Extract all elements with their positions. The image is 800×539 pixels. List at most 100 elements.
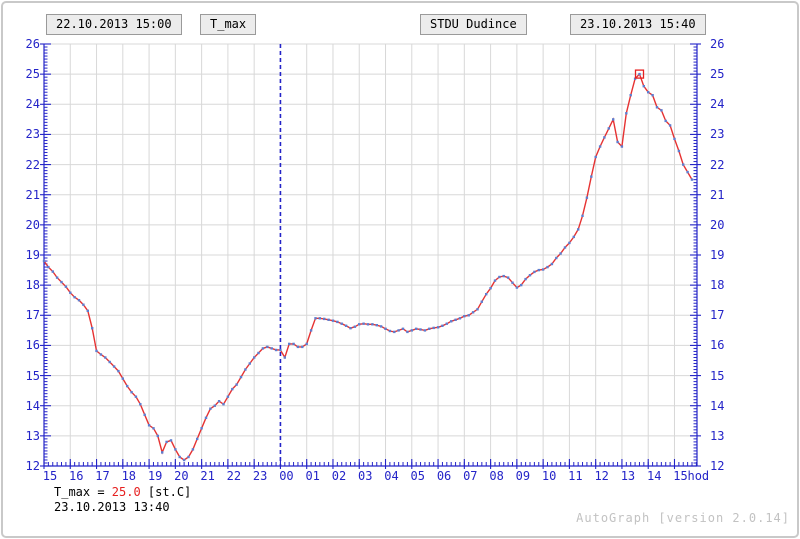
data-point-marker <box>489 287 491 289</box>
data-point-marker <box>209 408 211 410</box>
data-point-marker <box>411 329 413 331</box>
data-point-marker <box>56 276 58 278</box>
y-tick-label-right: 23 <box>710 127 744 141</box>
data-point-marker <box>332 320 334 322</box>
x-tick-label: 07 <box>457 469 483 483</box>
y-tick-label-right: 26 <box>710 37 744 51</box>
data-point-marker <box>481 301 483 303</box>
data-point-marker <box>297 346 299 348</box>
data-point-marker <box>262 347 264 349</box>
x-tick-label: 20 <box>168 469 194 483</box>
x-tick-label: 21 <box>195 469 221 483</box>
data-point-marker <box>472 311 474 313</box>
data-point-marker <box>47 266 49 268</box>
y-tick-label-right: 20 <box>710 218 744 232</box>
max-datetime-annotation: 23.10.2013 13:40 <box>54 500 170 514</box>
x-tick-label: 06 <box>431 469 457 483</box>
x-axis-unit-label: hod <box>687 469 709 483</box>
data-point-marker <box>415 328 417 330</box>
data-point-marker <box>546 266 548 268</box>
data-point-marker <box>170 439 172 441</box>
data-point-marker <box>612 118 614 120</box>
max-value-annotation: T_max = 25.0 [st.C] <box>54 485 191 499</box>
data-point-marker <box>669 124 671 126</box>
data-point-marker <box>275 349 277 351</box>
data-point-marker <box>450 320 452 322</box>
data-point-marker <box>148 424 150 426</box>
data-point-marker <box>419 328 421 330</box>
data-point-marker <box>240 376 242 378</box>
data-point-marker <box>179 456 181 458</box>
data-point-marker <box>336 321 338 323</box>
data-point-marker <box>437 326 439 328</box>
data-point-marker <box>686 171 688 173</box>
data-point-marker <box>538 269 540 271</box>
data-point-marker <box>323 318 325 320</box>
data-point-marker <box>656 106 658 108</box>
y-tick-label-left: 13 <box>6 429 40 443</box>
data-point-marker <box>292 343 294 345</box>
data-point-marker <box>555 257 557 259</box>
data-point-marker <box>165 441 167 443</box>
y-tick-label-left: 21 <box>6 188 40 202</box>
data-point-marker <box>122 377 124 379</box>
data-point-marker <box>319 317 321 319</box>
data-point-marker <box>524 278 526 280</box>
y-tick-label-left: 20 <box>6 218 40 232</box>
data-point-marker <box>214 405 216 407</box>
x-tick-label: 19 <box>142 469 168 483</box>
data-point-marker <box>87 310 89 312</box>
data-point-marker <box>306 343 308 345</box>
data-point-marker <box>673 138 675 140</box>
x-tick-label: 15 <box>37 469 63 483</box>
x-tick-label: 17 <box>90 469 116 483</box>
data-point-marker <box>630 94 632 96</box>
y-tick-label-left: 19 <box>6 248 40 262</box>
data-point-marker <box>218 400 220 402</box>
data-point-marker <box>551 263 553 265</box>
x-tick-label: 11 <box>562 469 588 483</box>
y-tick-label-left: 16 <box>6 338 40 352</box>
data-point-marker <box>91 327 93 329</box>
data-point-marker <box>678 150 680 152</box>
y-tick-label-left: 23 <box>6 127 40 141</box>
data-point-marker <box>616 141 618 143</box>
data-point-marker <box>43 260 45 262</box>
data-point-marker <box>643 85 645 87</box>
data-point-marker <box>621 145 623 147</box>
data-point-marker <box>542 268 544 270</box>
data-point-marker <box>222 403 224 405</box>
x-tick-label: 03 <box>352 469 378 483</box>
data-point-marker <box>428 328 430 330</box>
data-point-marker <box>135 396 137 398</box>
y-tick-label-right: 24 <box>710 97 744 111</box>
data-point-marker <box>174 448 176 450</box>
data-point-marker <box>109 361 111 363</box>
x-tick-label: 02 <box>326 469 352 483</box>
max-value-number: 25.0 <box>112 485 141 499</box>
y-tick-label-right: 17 <box>710 308 744 322</box>
data-point-marker <box>183 459 185 461</box>
y-tick-label-left: 22 <box>6 158 40 172</box>
data-point-marker <box>376 324 378 326</box>
y-tick-label-left: 15 <box>6 369 40 383</box>
data-point-marker <box>507 276 509 278</box>
x-tick-label: 23 <box>247 469 273 483</box>
data-point-marker <box>235 383 237 385</box>
data-point-marker <box>577 228 579 230</box>
data-point-marker <box>130 391 132 393</box>
data-point-marker <box>358 323 360 325</box>
x-tick-label: 08 <box>484 469 510 483</box>
data-point-marker <box>691 178 693 180</box>
data-point-marker <box>568 242 570 244</box>
y-tick-label-right: 13 <box>710 429 744 443</box>
y-tick-label-right: 19 <box>710 248 744 262</box>
y-tick-label-right: 25 <box>710 67 744 81</box>
x-tick-label: 09 <box>510 469 536 483</box>
y-tick-label-left: 26 <box>6 37 40 51</box>
data-point-marker <box>406 331 408 333</box>
data-point-marker <box>476 308 478 310</box>
chart-canvas <box>0 0 800 539</box>
data-point-marker <box>389 330 391 332</box>
x-tick-label: 01 <box>300 469 326 483</box>
